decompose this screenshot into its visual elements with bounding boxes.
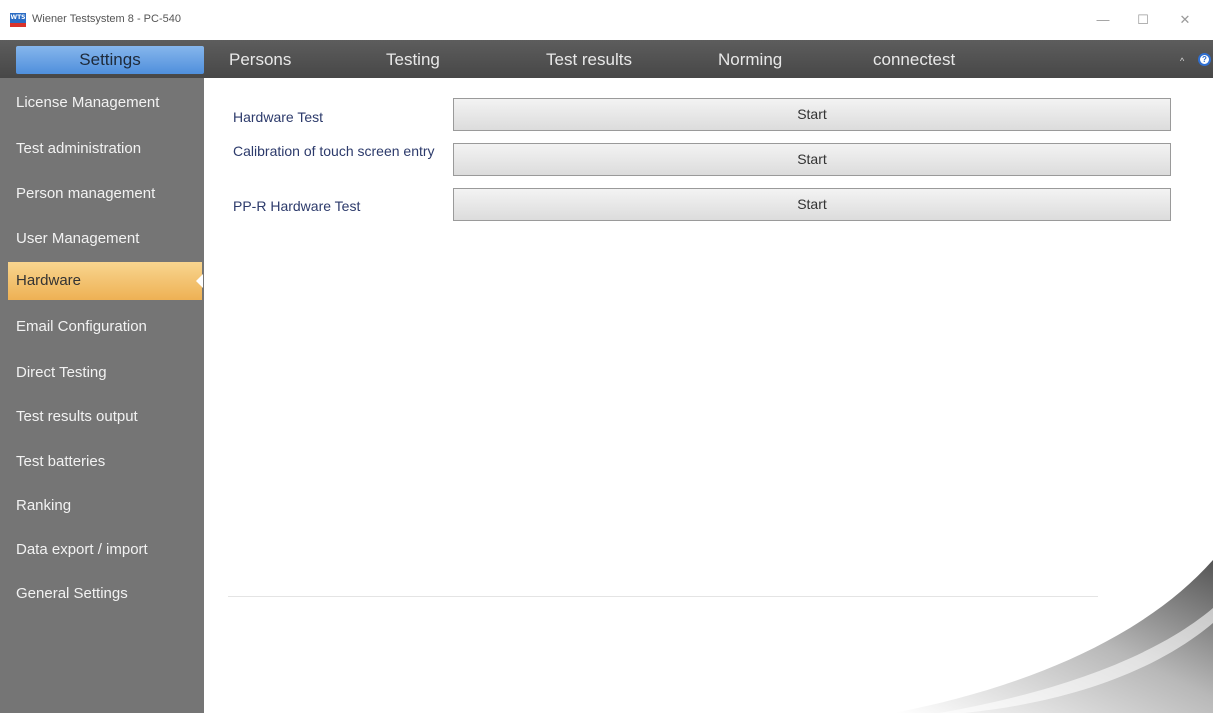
sidebar-item-test-results-output[interactable]: Test results output xyxy=(8,398,204,436)
settings-sidebar: License Management Test administration P… xyxy=(0,78,204,713)
hardware-test-start-button[interactable]: Start xyxy=(453,98,1171,131)
title-bar: WTS Wiener Testsystem 8 - PC-540 — ☐ ✕ xyxy=(0,0,1213,40)
help-icon[interactable]: ? xyxy=(1198,53,1211,66)
sidebar-item-general-settings[interactable]: General Settings xyxy=(8,575,204,613)
ppr-hardware-test-label: PP-R Hardware Test xyxy=(233,198,361,214)
sidebar-item-hardware[interactable]: Hardware xyxy=(8,262,203,300)
tab-persons[interactable]: Persons xyxy=(229,46,291,74)
tab-test-results[interactable]: Test results xyxy=(546,46,632,74)
touch-calibration-start-button[interactable]: Start xyxy=(453,143,1171,176)
ppr-hardware-test-start-button[interactable]: Start xyxy=(453,188,1171,221)
sidebar-item-test-administration[interactable]: Test administration xyxy=(8,130,204,168)
sidebar-item-data-export-import[interactable]: Data export / import xyxy=(8,531,204,569)
sidebar-item-direct-testing[interactable]: Direct Testing xyxy=(8,354,204,392)
app-logo-icon: WTS xyxy=(10,13,26,27)
sidebar-item-person-management[interactable]: Person management xyxy=(8,175,204,213)
tab-connectest[interactable]: connectest xyxy=(873,46,955,74)
hardware-panel: Hardware Test Start Calibration of touch… xyxy=(204,78,1213,713)
tab-testing[interactable]: Testing xyxy=(386,46,440,74)
tab-settings[interactable]: Settings xyxy=(16,46,204,74)
sidebar-item-test-batteries[interactable]: Test batteries xyxy=(8,443,204,481)
sidebar-item-email-configuration[interactable]: Email Configuration xyxy=(8,308,204,346)
tab-norming[interactable]: Norming xyxy=(718,46,782,74)
content-divider xyxy=(228,596,1098,597)
touch-calibration-label: Calibration of touch screen entry xyxy=(233,143,435,159)
maximize-button[interactable]: ☐ xyxy=(1128,8,1158,32)
minimize-button[interactable]: — xyxy=(1088,8,1118,32)
collapse-ribbon-icon[interactable]: ^ xyxy=(1180,56,1184,66)
hardware-test-label: Hardware Test xyxy=(233,109,324,125)
sidebar-item-ranking[interactable]: Ranking xyxy=(8,487,204,525)
sidebar-item-user-management[interactable]: User Management xyxy=(8,220,204,258)
main-menu-bar: Settings Persons Testing Test results No… xyxy=(0,40,1213,78)
close-button[interactable]: ✕ xyxy=(1170,8,1200,32)
window-title: Wiener Testsystem 8 - PC-540 xyxy=(32,13,181,25)
sidebar-item-license-management[interactable]: License Management xyxy=(8,84,204,122)
